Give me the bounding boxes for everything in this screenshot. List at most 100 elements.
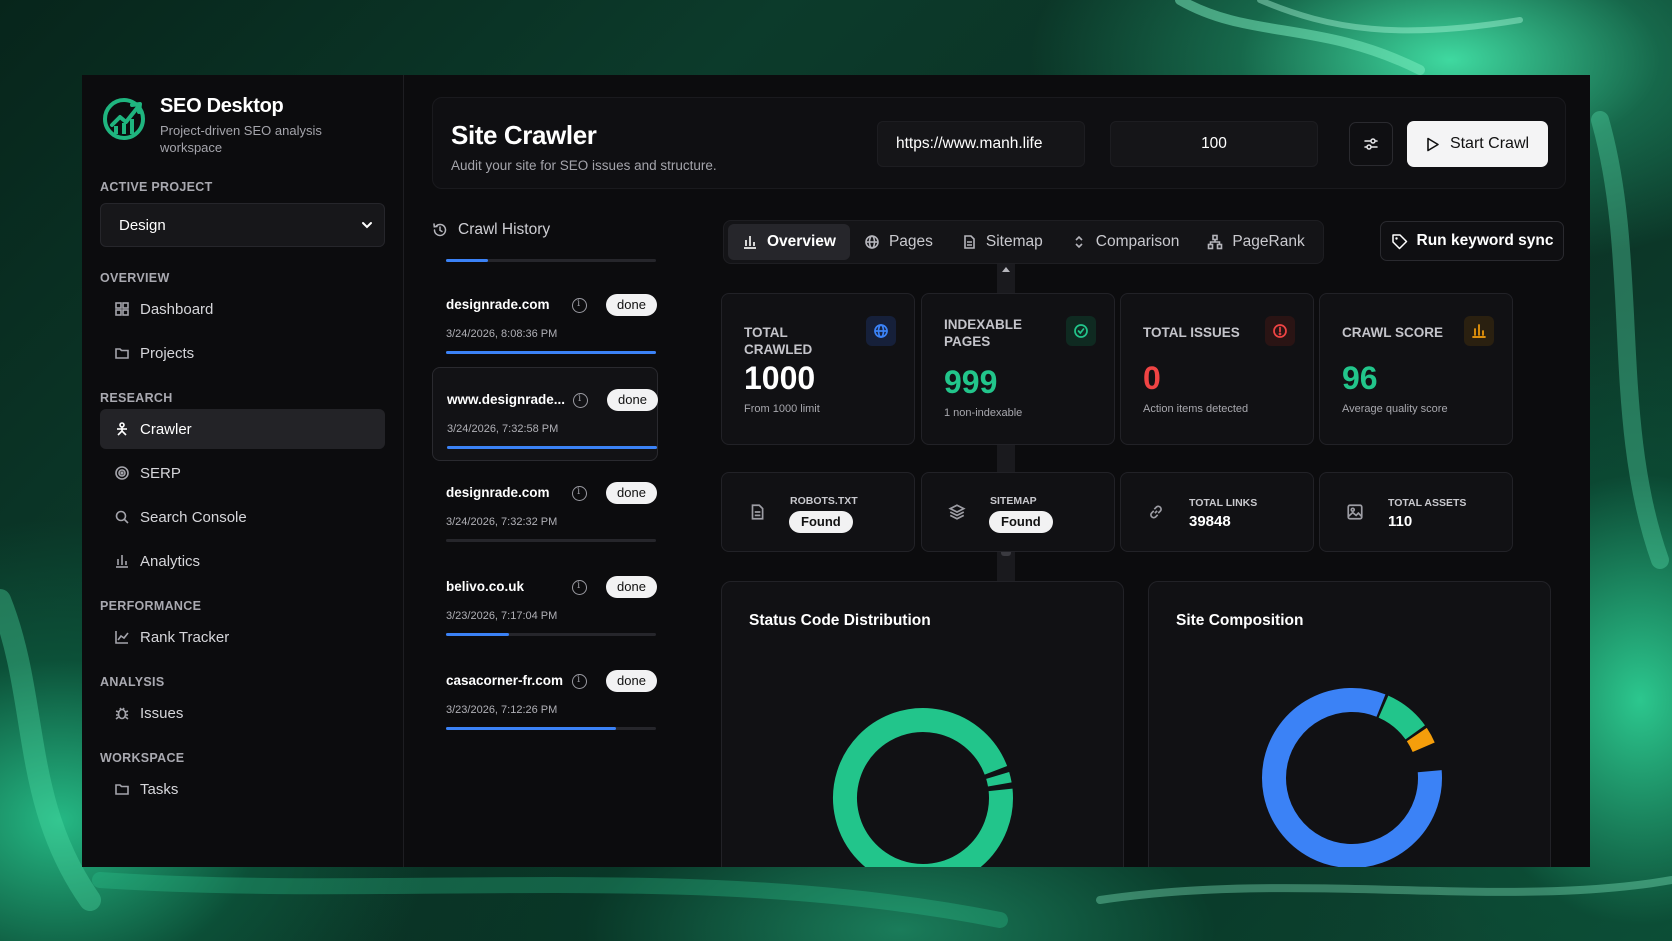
stat-value: 96 — [1342, 360, 1378, 396]
status-badge: done — [606, 576, 657, 598]
url-input[interactable] — [877, 121, 1085, 167]
sidebar-item-crawler[interactable]: Crawler — [100, 409, 385, 449]
nav-group-analysis: ANALYSIS Issues — [100, 675, 385, 733]
crawl-history-item[interactable]: designrade.com done 3/24/2026, 8:08:36 P… — [432, 273, 658, 367]
start-crawl-label: Start Crawl — [1449, 135, 1530, 152]
sidebar-item-serp[interactable]: SERP — [100, 453, 385, 493]
sidebar-item-dashboard[interactable]: Dashboard — [100, 289, 385, 329]
tab-pages[interactable]: Pages — [850, 224, 947, 260]
status-badge: done — [607, 389, 658, 411]
tab-comparison[interactable]: Comparison — [1057, 224, 1194, 260]
status-badge: done — [606, 294, 657, 316]
nav-group-label: OVERVIEW — [100, 271, 170, 285]
stat-label: TOTAL ISSUES — [1143, 325, 1240, 340]
start-crawl-button[interactable]: Start Crawl — [1407, 121, 1548, 167]
summary-card-sitemap: SITEMAP Found — [921, 472, 1115, 552]
stat-icon-wrap — [1066, 316, 1096, 346]
check-circle-icon — [1074, 324, 1088, 338]
tab-pagerank[interactable]: PageRank — [1193, 224, 1318, 260]
stat-value: 999 — [944, 364, 998, 400]
tab-overview[interactable]: Overview — [728, 224, 850, 260]
main-content: Site Crawler Audit your site for SEO iss… — [404, 75, 1590, 867]
stat-note: 1 non-indexable — [944, 407, 1023, 419]
summary-label: SITEMAP — [990, 495, 1037, 507]
sidebar-item-issues[interactable]: Issues — [100, 693, 385, 733]
stat-card-indexable-pages: INDEXABLE PAGES 999 1 non-indexable — [921, 293, 1115, 445]
tab-sitemap[interactable]: Sitemap — [947, 224, 1057, 260]
scroll-up-icon[interactable] — [1002, 267, 1010, 272]
info-icon[interactable] — [573, 393, 588, 408]
stat-label: CRAWL SCORE — [1342, 325, 1444, 340]
nav-group-label: ANALYSIS — [100, 675, 165, 689]
app-title: SEO Desktop — [160, 95, 284, 117]
sidebar-item-label: SERP — [140, 464, 181, 482]
search-icon — [115, 510, 129, 524]
chevrons-up-down-icon — [1075, 235, 1083, 249]
grid-icon — [115, 302, 129, 316]
tab-label: Comparison — [1095, 233, 1180, 250]
tab-label: PageRank — [1232, 233, 1305, 250]
info-icon[interactable] — [572, 580, 587, 595]
nav-group-workspace: WORKSPACE Tasks — [100, 751, 385, 809]
sidebar-item-label: Projects — [140, 344, 195, 362]
sidebar-item-tasks[interactable]: Tasks — [100, 769, 385, 809]
crawl-history-item[interactable]: designrade.com done 3/24/2026, 7:32:32 P… — [432, 461, 658, 555]
status-code-chart-card: Status Code Distribution — [721, 581, 1124, 867]
crawl-history-item[interactable]: belivo.co.uk done 3/23/2026, 7:17:04 PM — [432, 555, 658, 649]
sidebar-item-label: Search Console — [140, 508, 247, 526]
folder-icon — [115, 784, 129, 795]
crawl-progress-bar — [446, 633, 656, 636]
sidebar-item-rank-tracker[interactable]: Rank Tracker — [100, 617, 385, 657]
stat-value: 0 — [1143, 360, 1161, 396]
layers-icon — [948, 504, 966, 520]
sidebar-item-label: Rank Tracker — [140, 628, 230, 646]
chevron-down-icon — [362, 222, 372, 229]
stat-note: From 1000 limit — [744, 403, 820, 415]
project-select-value: Design — [119, 216, 166, 234]
crawl-date: 3/24/2026, 8:08:36 PM — [446, 328, 558, 340]
crawl-limit-input[interactable] — [1110, 121, 1318, 167]
stat-icon-wrap — [1464, 316, 1494, 346]
crawl-site: www.designrade... — [447, 392, 566, 407]
tab-label: Overview — [767, 233, 836, 250]
crawl-site: belivo.co.uk — [446, 579, 525, 594]
file-icon — [751, 504, 764, 520]
crawler-icon — [117, 422, 127, 436]
history-icon — [433, 223, 447, 237]
sidebar-item-search-console[interactable]: Search Console — [100, 497, 385, 537]
crawl-history-item[interactable]: www.designrade... done 3/24/2026, 7:32:5… — [432, 367, 658, 461]
donut-slice-2 — [1406, 727, 1435, 753]
info-icon[interactable] — [572, 298, 587, 313]
folder-icon — [115, 348, 129, 359]
info-icon[interactable] — [572, 674, 587, 689]
sliders-icon — [1364, 138, 1378, 150]
stat-icon-wrap — [866, 316, 896, 346]
info-icon[interactable] — [572, 486, 587, 501]
settings-button[interactable] — [1349, 122, 1393, 166]
crawl-history-item[interactable]: casacorner-fr.com done 3/23/2026, 7:12:2… — [432, 649, 658, 743]
crawl-date: 3/23/2026, 7:17:04 PM — [446, 610, 558, 622]
stat-note: Average quality score — [1342, 403, 1448, 415]
project-select[interactable]: Design — [100, 203, 385, 247]
sidebar-item-label: Tasks — [140, 780, 179, 798]
crawl-site: designrade.com — [446, 485, 550, 500]
crawl-history-item[interactable] — [432, 259, 658, 273]
line-chart-icon — [115, 631, 129, 644]
crawl-progress-bar — [446, 351, 656, 354]
sidebar-item-projects[interactable]: Projects — [100, 333, 385, 373]
nav-group-label: PERFORMANCE — [100, 599, 202, 613]
run-keyword-sync-button[interactable]: Run keyword sync — [1380, 221, 1564, 261]
play-icon — [1427, 137, 1439, 151]
globe-icon — [865, 235, 879, 249]
app-window: SEO Desktop Project-driven SEO analysis … — [82, 75, 1590, 867]
active-project-label: ACTIVE PROJECT — [100, 180, 213, 194]
sidebar-item-analytics[interactable]: Analytics — [100, 541, 385, 581]
site-composition-chart-card: Site Composition — [1148, 581, 1551, 867]
found-badge: Found — [789, 511, 853, 533]
stat-label: INDEXABLE PAGES — [944, 317, 1023, 349]
bar-chart-icon — [1472, 324, 1486, 338]
crawl-date: 3/24/2026, 7:32:32 PM — [446, 516, 558, 528]
status-badge: done — [606, 670, 657, 692]
bar-chart-icon — [116, 555, 128, 568]
stat-label: TOTAL CRAWLED — [744, 325, 813, 357]
